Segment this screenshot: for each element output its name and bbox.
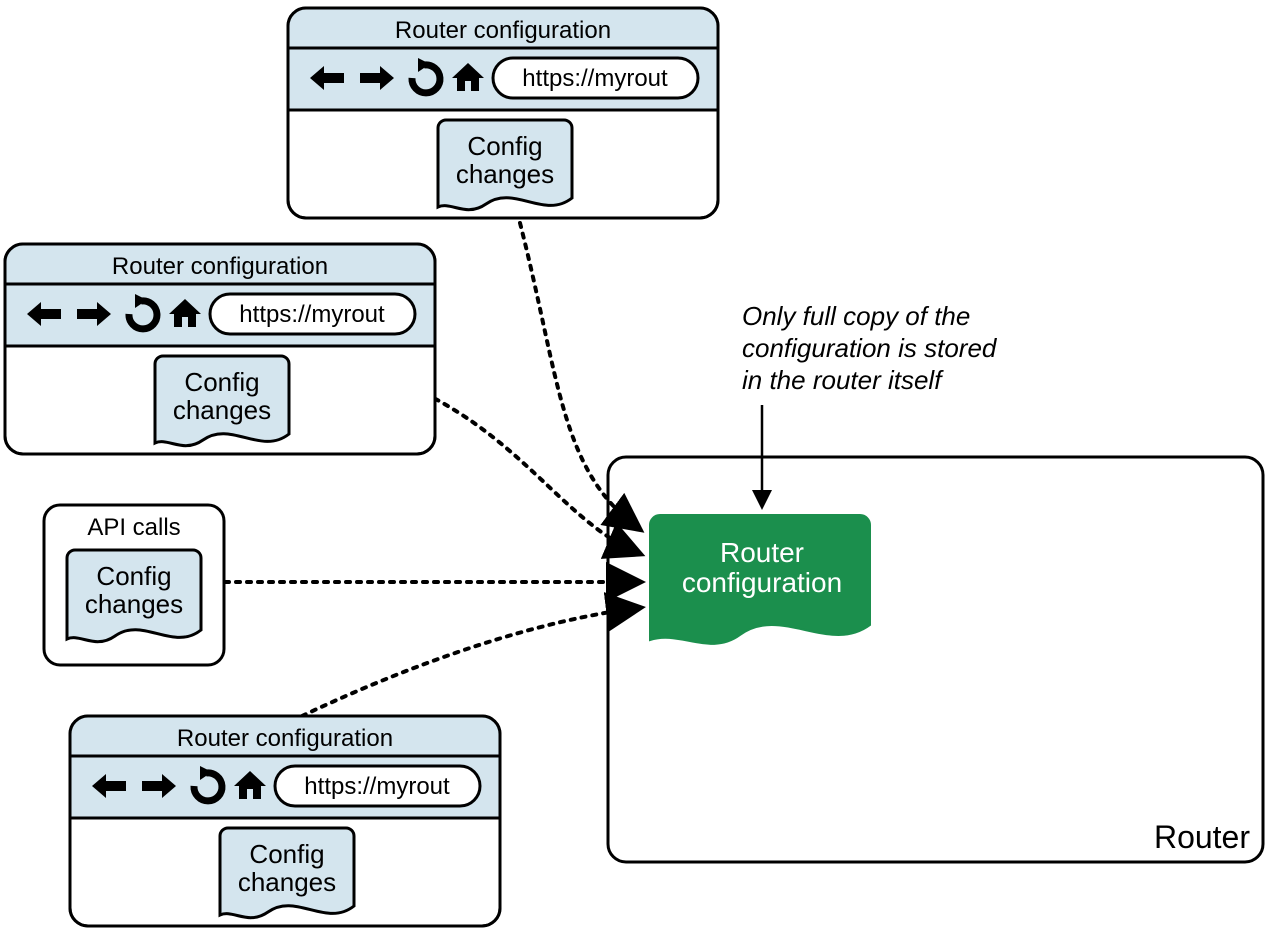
- api-doc-line2: changes: [85, 589, 183, 619]
- annotation-line1: Only full copy of the: [742, 301, 970, 331]
- browser-window-bottom: Router configuration https://myrout Conf…: [70, 716, 500, 926]
- annotation-line3: in the router itself: [742, 365, 944, 395]
- router-config-document: Router configuration: [650, 515, 870, 644]
- router-label: Router: [1154, 819, 1250, 855]
- svg-text:Config: Config: [467, 131, 542, 161]
- router-config-line2: configuration: [682, 567, 842, 598]
- browser-config-doc: Config changes: [220, 828, 354, 918]
- browser-config-doc: Config changes: [438, 120, 572, 210]
- api-config-doc: Config changes: [67, 550, 201, 642]
- browser-title: Router configuration: [177, 725, 393, 752]
- svg-text:Config: Config: [184, 367, 259, 397]
- connector-bottom: [302, 608, 638, 716]
- svg-text:Config: Config: [249, 839, 324, 869]
- svg-text:changes: changes: [238, 867, 336, 897]
- url-text: https://myrout: [522, 65, 668, 92]
- annotation-line2: configuration is stored: [742, 333, 998, 363]
- diagram-canvas: Router Router configuration Only full co…: [0, 0, 1285, 934]
- url-text: https://myrout: [239, 301, 385, 328]
- url-text: https://myrout: [304, 773, 450, 800]
- api-box: API calls Config changes: [44, 505, 224, 665]
- browser-window-mid: Router configuration https://myrout Conf…: [5, 244, 435, 454]
- browser-title: Router configuration: [112, 253, 328, 280]
- browser-config-doc: Config changes: [155, 356, 289, 446]
- api-title: API calls: [87, 514, 180, 541]
- router-config-line1: Router: [720, 537, 804, 568]
- router-box: Router Router configuration: [608, 457, 1263, 862]
- browser-window-top: Router configuration https://myrout Conf…: [288, 8, 718, 218]
- svg-text:changes: changes: [173, 395, 271, 425]
- svg-text:changes: changes: [456, 159, 554, 189]
- api-doc-line1: Config: [96, 561, 171, 591]
- browser-title: Router configuration: [395, 17, 611, 44]
